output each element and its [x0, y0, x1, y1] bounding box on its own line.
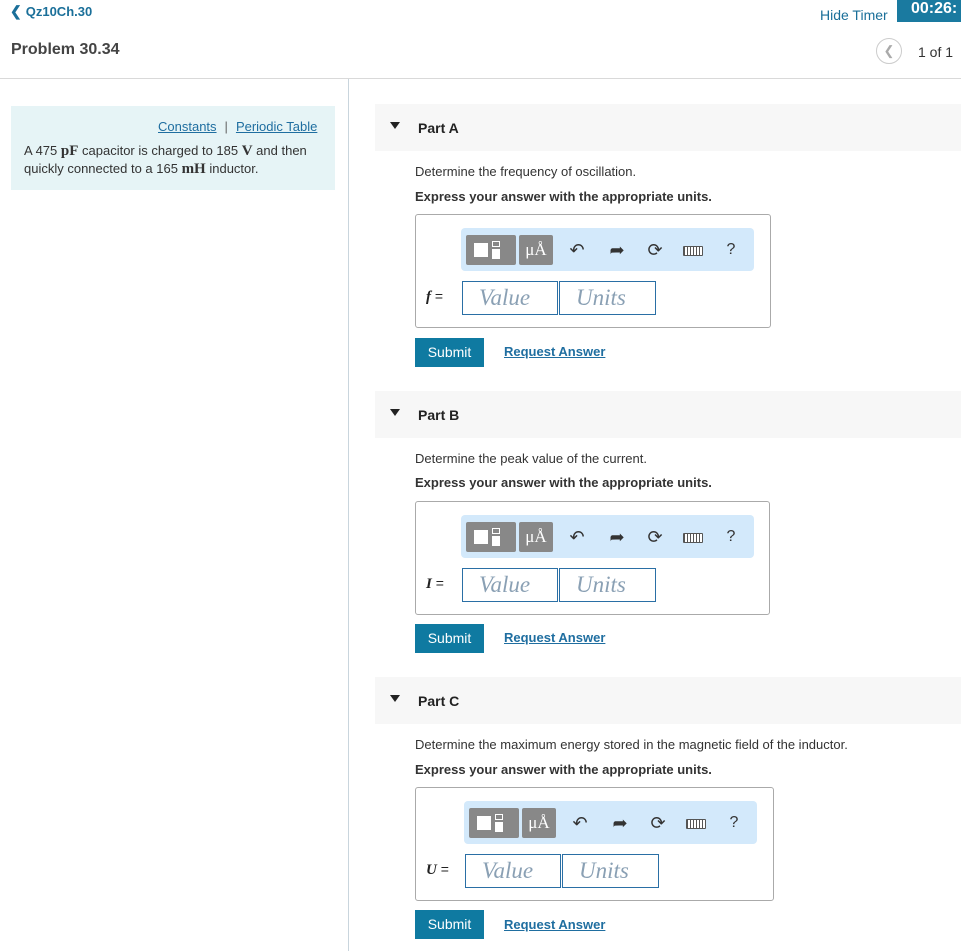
math-toolbar: μÅ ↶ ➦ ⟳ ? — [464, 801, 757, 844]
equals-sign: = — [435, 575, 444, 591]
help-button[interactable]: ? — [719, 235, 743, 265]
unit-symbol: V — [241, 143, 253, 159]
statement-text: inductor. — [205, 161, 259, 176]
previous-problem-button[interactable]: ❮ — [876, 38, 902, 64]
reset-icon[interactable]: ⟳ — [643, 522, 667, 552]
part-c-header[interactable]: Part C — [375, 677, 961, 724]
keyboard-icon[interactable] — [684, 808, 708, 838]
variable-symbol: U — [426, 862, 437, 878]
statement-text: capacitor is charged to 185 — [78, 143, 242, 158]
variable-label: I = — [426, 575, 444, 593]
problem-info-panel: Constants | Periodic Table A 475 pF capaci… — [11, 106, 335, 190]
units-input[interactable]: Units — [559, 568, 656, 602]
redo-icon[interactable]: ➦ — [605, 235, 629, 265]
redo-icon[interactable]: ➦ — [605, 522, 629, 552]
variable-symbol: I — [426, 576, 432, 592]
constants-link[interactable]: Constants — [158, 119, 217, 134]
timer-display: 00:26: — [897, 0, 961, 22]
answer-instructions: Express your answer with the appropriate… — [415, 475, 712, 490]
value-input[interactable]: Value — [462, 568, 558, 602]
answer-instructions: Express your answer with the appropriate… — [415, 189, 712, 204]
request-answer-link[interactable]: Request Answer — [504, 344, 605, 359]
question-prompt: Determine the peak value of the current. — [415, 451, 647, 466]
units-button[interactable]: μÅ — [519, 522, 553, 552]
variable-label: U = — [426, 861, 449, 879]
answer-box: μÅ ↶ ➦ ⟳ ? f = Value Units — [415, 214, 771, 328]
statement-text: A 475 — [24, 143, 61, 158]
info-links: Constants | Periodic Table — [158, 119, 317, 134]
submit-button[interactable]: Submit — [415, 338, 484, 367]
request-answer-link[interactable]: Request Answer — [504, 630, 605, 645]
part-a-header[interactable]: Part A — [375, 104, 961, 151]
chevron-left-icon: ❮ — [10, 3, 22, 19]
back-link[interactable]: ❮ Qz10Ch.30 — [10, 3, 92, 20]
templates-button[interactable] — [466, 522, 516, 552]
collapse-triangle-icon — [390, 122, 400, 129]
keyboard-icon[interactable] — [681, 522, 705, 552]
assignment-name: Qz10Ch.30 — [25, 4, 93, 19]
unit-symbol: pF — [60, 143, 79, 159]
header-divider — [0, 78, 961, 79]
help-button[interactable]: ? — [722, 808, 746, 838]
periodic-table-link[interactable]: Periodic Table — [236, 119, 317, 134]
page-title: Problem 30.34 — [11, 41, 120, 58]
keyboard-icon[interactable] — [681, 235, 705, 265]
variable-label: f = — [426, 288, 443, 306]
templates-button[interactable] — [466, 235, 516, 265]
pager-count: 1 of 1 — [918, 44, 954, 60]
templates-button[interactable] — [469, 808, 519, 838]
undo-icon[interactable]: ↶ — [565, 522, 589, 552]
problem-statement: A 475 pF capacitor is charged to 185 V a… — [24, 142, 324, 178]
variable-symbol: f — [426, 289, 431, 305]
question-prompt: Determine the maximum energy stored in t… — [415, 737, 848, 752]
part-title: Part B — [418, 407, 460, 423]
part-title: Part C — [418, 693, 460, 709]
unit-symbol: mH — [181, 161, 206, 177]
value-input[interactable]: Value — [465, 854, 561, 888]
math-toolbar: μÅ ↶ ➦ ⟳ ? — [461, 515, 754, 558]
units-button[interactable]: μÅ — [522, 808, 556, 838]
units-button[interactable]: μÅ — [519, 235, 553, 265]
units-input[interactable]: Units — [562, 854, 659, 888]
submit-button[interactable]: Submit — [415, 910, 484, 939]
hide-timer-link[interactable]: Hide Timer — [820, 7, 888, 23]
redo-icon[interactable]: ➦ — [608, 808, 632, 838]
collapse-triangle-icon — [390, 695, 400, 702]
collapse-triangle-icon — [390, 409, 400, 416]
reset-icon[interactable]: ⟳ — [643, 235, 667, 265]
reset-icon[interactable]: ⟳ — [646, 808, 670, 838]
value-input[interactable]: Value — [462, 281, 558, 315]
link-separator: | — [224, 119, 228, 134]
submit-button[interactable]: Submit — [415, 624, 484, 653]
column-divider — [348, 79, 349, 951]
answer-box: μÅ ↶ ➦ ⟳ ? U = Value Units — [415, 787, 774, 901]
equals-sign: = — [434, 288, 444, 304]
answer-box: μÅ ↶ ➦ ⟳ ? I = Value Units — [415, 501, 770, 615]
equals-sign: = — [440, 861, 449, 877]
undo-icon[interactable]: ↶ — [565, 235, 589, 265]
math-toolbar: μÅ ↶ ➦ ⟳ ? — [461, 228, 754, 271]
units-input[interactable]: Units — [559, 281, 656, 315]
part-b-header[interactable]: Part B — [375, 391, 961, 438]
part-title: Part A — [418, 120, 459, 136]
answer-instructions: Express your answer with the appropriate… — [415, 762, 712, 777]
request-answer-link[interactable]: Request Answer — [504, 917, 605, 932]
undo-icon[interactable]: ↶ — [568, 808, 592, 838]
help-button[interactable]: ? — [719, 522, 743, 552]
question-prompt: Determine the frequency of oscillation. — [415, 164, 637, 179]
chevron-left-icon: ❮ — [883, 43, 895, 58]
